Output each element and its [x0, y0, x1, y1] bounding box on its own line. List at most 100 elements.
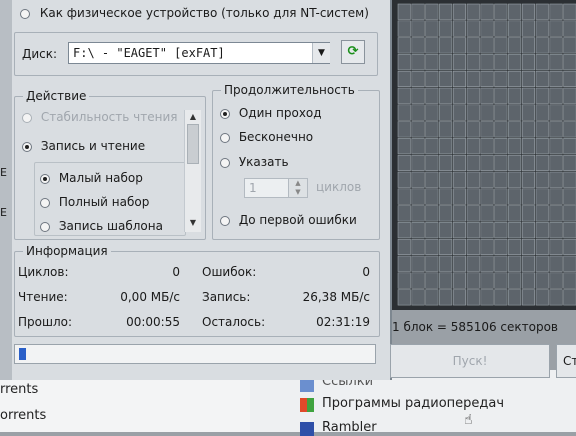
full-set-option[interactable]: Полный набор [40, 195, 149, 209]
block-cell [425, 87, 439, 104]
block-cell [563, 238, 576, 255]
block-cell [508, 37, 522, 54]
block-cell [466, 154, 480, 171]
physical-device-label: Как физическое устройство (только для NT… [39, 6, 369, 20]
pattern-write-radio[interactable] [40, 221, 50, 232]
chevron-up-icon[interactable]: ▲ [185, 110, 201, 124]
block-cell [535, 20, 549, 37]
block-cell [563, 87, 576, 104]
bg-list-item[interactable]: rrents [0, 382, 38, 397]
block-cell [508, 154, 522, 171]
physical-device-radio[interactable] [20, 8, 30, 19]
block-cell [439, 104, 453, 121]
block-grid [397, 3, 576, 306]
block-cell [397, 138, 411, 155]
block-cell [521, 238, 535, 255]
read-stability-radio[interactable] [22, 112, 32, 123]
read-speed-value: 0,00 МБ/с [120, 290, 180, 304]
chevron-down-icon[interactable]: ▼ [185, 216, 201, 230]
start-button[interactable]: Пуск! [390, 344, 550, 378]
block-cell [397, 154, 411, 171]
block-cell [452, 238, 467, 255]
physical-device-option[interactable]: Как физическое устройство (только для NT… [20, 6, 369, 20]
refresh-button[interactable]: ⟳ [341, 40, 365, 64]
block-cell [466, 3, 480, 20]
until-error-label: До первой ошибки [238, 213, 357, 227]
pattern-write-option[interactable]: Запись шаблона [40, 219, 163, 233]
single-pass-option[interactable]: Один проход [220, 106, 322, 120]
info-legend: Информация [23, 244, 111, 258]
single-pass-radio[interactable] [220, 108, 230, 119]
write-read-radio[interactable] [22, 141, 32, 152]
small-set-option[interactable]: Малый набор [40, 171, 143, 185]
block-cell [425, 121, 439, 138]
block-cell [549, 272, 563, 289]
block-cell [494, 70, 508, 87]
infinite-radio[interactable] [220, 132, 230, 143]
block-cell [563, 37, 576, 54]
block-cell [466, 104, 480, 121]
block-cell [466, 138, 480, 155]
chevron-down-icon[interactable]: ▼ [312, 43, 330, 63]
block-cell [452, 87, 467, 104]
full-set-radio[interactable] [40, 197, 50, 208]
specify-option[interactable]: Указать [220, 155, 289, 169]
block-cell [397, 20, 411, 37]
disk-select[interactable]: F:\ - "EAGET" [exFAT] [68, 42, 330, 64]
block-cell [563, 171, 576, 188]
progress-bar [14, 344, 376, 364]
block-cell [452, 272, 467, 289]
until-error-option[interactable]: До первой ошибки [220, 213, 357, 227]
block-cell [521, 171, 535, 188]
single-pass-label: Один проход [238, 106, 322, 120]
block-cell [549, 255, 563, 272]
block-cell [521, 255, 535, 272]
block-cell [466, 87, 480, 104]
small-set-radio[interactable] [40, 173, 50, 184]
edge-letter: E [0, 166, 7, 179]
until-error-radio[interactable] [220, 215, 230, 226]
action-scrollbar[interactable]: ▲ ▼ [184, 110, 201, 232]
block-cell [397, 87, 411, 104]
block-cell [480, 154, 494, 171]
scroll-thumb[interactable] [187, 124, 199, 164]
read-stability-option[interactable]: Стабильность чтения [22, 110, 177, 124]
block-cell [535, 255, 549, 272]
block-cell [563, 255, 576, 272]
block-cell [549, 121, 563, 138]
block-cell [535, 272, 549, 289]
block-cell [508, 222, 522, 239]
block-cell [425, 272, 439, 289]
background-window-left: rrents orrents [0, 380, 250, 432]
rambler-icon [300, 422, 314, 436]
block-cell [439, 20, 453, 37]
block-cell [439, 289, 453, 306]
block-cell [480, 54, 494, 71]
bg-menu-item-radio[interactable]: Программы радиопередач [322, 396, 504, 411]
block-cell [452, 54, 467, 71]
specify-radio[interactable] [220, 157, 230, 168]
bg-menu-item-rambler[interactable]: Rambler [322, 420, 377, 435]
block-cell [508, 188, 522, 205]
infinite-option[interactable]: Бесконечно [220, 130, 313, 144]
block-cell [452, 171, 467, 188]
block-cell [549, 87, 563, 104]
block-cell [508, 20, 522, 37]
infinite-label: Бесконечно [238, 130, 314, 144]
block-cell [535, 3, 549, 20]
spin-arrows-icon[interactable]: ▲ ▼ [288, 179, 307, 197]
stop-button[interactable]: Ст [556, 344, 576, 378]
block-map [392, 0, 576, 310]
block-cell [452, 104, 467, 121]
progress-fill [19, 348, 26, 360]
background-window-edge: E E [0, 0, 12, 380]
block-cell [494, 3, 508, 20]
block-cell [480, 171, 494, 188]
bg-list-item[interactable]: orrents [0, 408, 46, 423]
block-cell [425, 238, 439, 255]
write-read-option[interactable]: Запись и чтение [22, 139, 145, 153]
block-cell [508, 289, 522, 306]
block-cell [425, 138, 439, 155]
block-cell [494, 205, 508, 222]
block-cell [535, 138, 549, 155]
